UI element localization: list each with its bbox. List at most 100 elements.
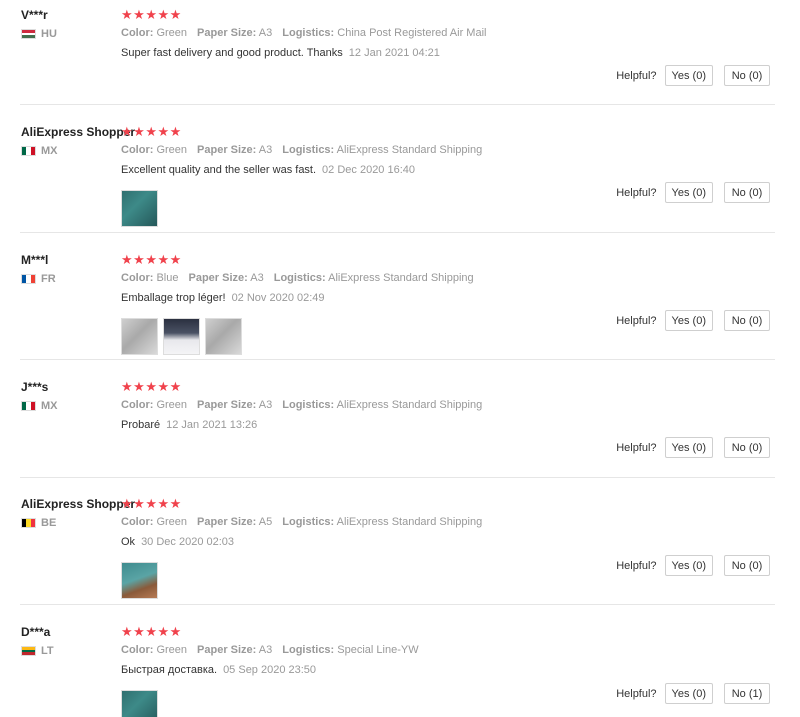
star-icon: ★ <box>145 7 158 22</box>
helpful-yes-button[interactable]: Yes (0) <box>664 182 713 203</box>
star-icon: ★ <box>169 379 182 394</box>
star-icon: ★ <box>121 7 134 22</box>
review-photos <box>121 690 158 717</box>
review-divider <box>20 604 775 605</box>
star-icon: ★ <box>157 496 170 511</box>
attr-value-paper-size: A3 <box>258 399 273 411</box>
helpful-no-button[interactable]: No (0) <box>724 310 770 331</box>
review-text: Super fast delivery and good product. Th… <box>121 47 440 59</box>
star-rating: ★★★★★ <box>121 496 182 512</box>
star-icon: ★ <box>157 624 170 639</box>
helpful-no-button[interactable]: No (0) <box>724 65 770 86</box>
star-icon: ★ <box>157 7 170 22</box>
attr-value-color: Green <box>156 644 188 656</box>
attr-value-color: Green <box>156 144 188 156</box>
attr-label-logistics: Logistics: <box>282 516 335 528</box>
attr-value-color: Green <box>156 516 188 528</box>
star-icon: ★ <box>169 496 182 511</box>
review-divider <box>20 359 775 360</box>
helpful-yes-button[interactable]: Yes (0) <box>664 555 713 576</box>
review-photo-thumbnail[interactable] <box>121 562 158 599</box>
attr-value-logistics: Special Line-YW <box>337 644 419 656</box>
review-text: Emballage trop léger! 02 Nov 2020 02:49 <box>121 292 325 304</box>
country-flag-icon <box>21 29 36 39</box>
helpful-vote: Helpful? Yes (0) No (0) <box>616 65 770 86</box>
star-icon: ★ <box>169 7 182 22</box>
review-list: V***r HU ★★★★★ Color: Green Paper Size: A3 Lo… <box>0 0 800 717</box>
attr-value-paper-size: A3 <box>258 144 273 156</box>
attr-value-logistics: AliExpress Standard Shipping <box>328 272 474 284</box>
star-icon: ★ <box>133 124 146 139</box>
country-flag-icon <box>21 274 36 284</box>
helpful-no-button[interactable]: No (0) <box>724 555 770 576</box>
attr-label-paper-size: Paper Size: <box>197 399 257 411</box>
attr-value-paper-size: A5 <box>258 516 273 528</box>
star-icon: ★ <box>145 252 158 267</box>
review-photo-thumbnail[interactable] <box>121 318 158 355</box>
helpful-yes-button[interactable]: Yes (0) <box>664 310 713 331</box>
attr-value-color: Green <box>156 27 188 39</box>
review-text: Excellent quality and the seller was fas… <box>121 164 415 176</box>
country-code: LT <box>41 645 54 657</box>
reviewer-country: FR <box>21 273 56 285</box>
country-code: MX <box>41 400 58 412</box>
helpful-no-button[interactable]: No (0) <box>724 437 770 458</box>
star-icon: ★ <box>169 124 182 139</box>
attr-label-logistics: Logistics: <box>282 399 335 411</box>
attr-label-logistics: Logistics: <box>282 27 335 39</box>
review-body: Probaré <box>121 419 161 431</box>
helpful-yes-button[interactable]: Yes (0) <box>664 65 713 86</box>
reviewer-country: LT <box>21 645 54 657</box>
attr-value-paper-size: A3 <box>258 644 273 656</box>
attr-value-paper-size: A3 <box>250 272 264 284</box>
attr-value-color: Blue <box>156 272 179 284</box>
review-date: 05 Sep 2020 23:50 <box>223 664 317 676</box>
star-icon: ★ <box>169 624 182 639</box>
helpful-label: Helpful? <box>616 559 657 572</box>
reviewer-country: HU <box>21 28 57 40</box>
attr-value-logistics: AliExpress Standard Shipping <box>336 516 483 528</box>
attr-label-color: Color: <box>121 516 154 528</box>
star-icon: ★ <box>121 496 134 511</box>
review-text: Ok 30 Dec 2020 02:03 <box>121 536 234 548</box>
review-item: J***s MX ★★★★★ Color: Green Paper Size: A3 Lo… <box>0 379 800 490</box>
star-rating: ★★★★★ <box>121 252 182 268</box>
review-date: 30 Dec 2020 02:03 <box>141 536 235 548</box>
helpful-yes-button[interactable]: Yes (0) <box>664 437 713 458</box>
attr-value-paper-size: A3 <box>258 27 273 39</box>
country-code: FR <box>41 273 56 285</box>
helpful-no-button[interactable]: No (0) <box>724 182 770 203</box>
helpful-yes-button[interactable]: Yes (0) <box>664 683 713 704</box>
helpful-vote: Helpful? Yes (0) No (1) <box>616 683 770 704</box>
product-attributes: Color: Green Paper Size: A3 Logistics: Spe… <box>121 644 429 656</box>
attr-label-color: Color: <box>121 272 154 284</box>
review-date: 12 Jan 2021 04:21 <box>348 47 440 59</box>
helpful-label: Helpful? <box>616 441 657 454</box>
star-icon: ★ <box>157 379 170 394</box>
star-icon: ★ <box>133 252 146 267</box>
helpful-label: Helpful? <box>616 687 657 700</box>
product-attributes: Color: Green Paper Size: A3 Logistics: Chi… <box>121 27 496 39</box>
attr-value-logistics: AliExpress Standard Shipping <box>336 144 483 156</box>
review-divider <box>20 477 775 478</box>
star-icon: ★ <box>145 124 158 139</box>
review-photo-thumbnail[interactable] <box>205 318 242 355</box>
review-date: 02 Nov 2020 02:49 <box>231 292 325 304</box>
review-body: Excellent quality and the seller was fas… <box>121 164 317 176</box>
review-photo-thumbnail[interactable] <box>121 190 158 227</box>
star-icon: ★ <box>121 124 134 139</box>
helpful-vote: Helpful? Yes (0) No (0) <box>616 437 770 458</box>
product-attributes: Color: Green Paper Size: A5 Logistics: Ali… <box>121 516 492 528</box>
star-icon: ★ <box>169 252 182 267</box>
product-attributes: Color: Green Paper Size: A3 Logistics: Ali… <box>121 399 492 411</box>
review-photos <box>121 190 158 227</box>
star-icon: ★ <box>121 379 134 394</box>
review-photo-thumbnail[interactable] <box>163 318 200 355</box>
attr-label-paper-size: Paper Size: <box>188 272 248 284</box>
helpful-no-button[interactable]: No (1) <box>724 683 770 704</box>
review-item: AliExpress Shopper BE ★★★★★ Color: Green Pap… <box>0 496 800 607</box>
review-photo-thumbnail[interactable] <box>121 690 158 717</box>
country-flag-icon <box>21 146 36 156</box>
reviewer-name: J***s <box>21 380 49 394</box>
review-text: Probaré 12 Jan 2021 13:26 <box>121 419 257 431</box>
